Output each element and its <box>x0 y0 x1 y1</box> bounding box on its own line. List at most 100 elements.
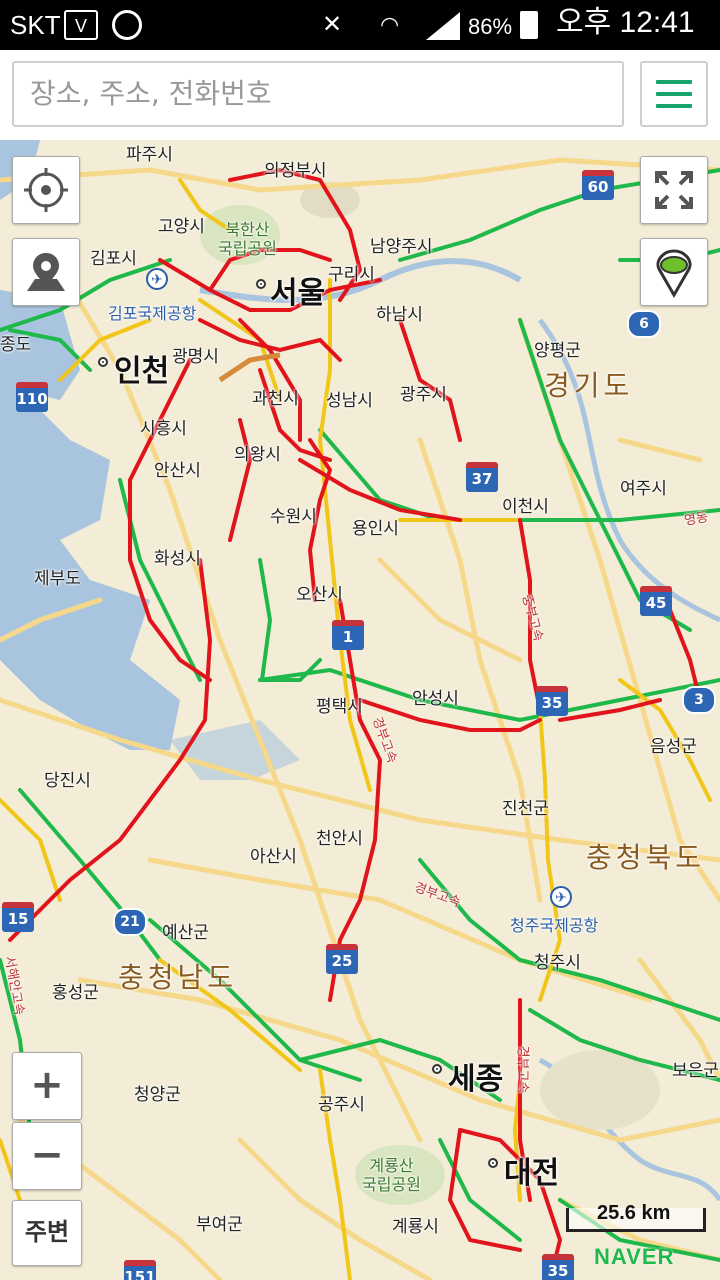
place-label[interactable]: 용인시 <box>352 514 399 539</box>
wifi-icon: ◠ <box>380 12 400 37</box>
place-label[interactable]: 남양주시 <box>370 232 433 257</box>
place-label[interactable]: 진천군 <box>502 794 549 819</box>
route-shield: 45 <box>640 586 672 616</box>
menu-button[interactable] <box>640 61 708 127</box>
place-map-button[interactable] <box>12 238 80 306</box>
place-label[interactable]: 여주시 <box>620 474 667 499</box>
airplane-icon: ✈ <box>550 886 572 908</box>
place-label[interactable]: 화성시 <box>154 544 201 569</box>
scale-bar: 25.6 km <box>566 1202 706 1232</box>
city-label-seoul[interactable]: 서울 <box>270 268 325 312</box>
traffic-pin-icon <box>656 249 692 299</box>
route-shield: 151 <box>124 1260 156 1280</box>
route-shield: 37 <box>466 462 498 492</box>
city-marker <box>432 1064 442 1074</box>
current-location-button[interactable] <box>12 156 80 224</box>
city-label-daejeon[interactable]: 대전 <box>504 1148 559 1192</box>
route-shield: 35 <box>536 686 568 716</box>
place-label[interactable]: 하남시 <box>376 300 423 325</box>
nearby-button[interactable]: 주변 <box>12 1200 82 1266</box>
place-label[interactable]: 보은군 <box>672 1056 719 1081</box>
place-label[interactable]: 김포시 <box>90 244 137 269</box>
route-shield: 35 <box>542 1254 574 1280</box>
zoom-out-button[interactable]: − <box>12 1122 82 1190</box>
expressway-label: 경부고속 <box>514 1045 530 1094</box>
city-marker <box>98 357 108 367</box>
route-shield: 15 <box>2 902 34 932</box>
crosshair-icon <box>24 168 68 212</box>
place-label[interactable]: 양평군 <box>534 336 581 361</box>
battery-percent: 86% <box>468 14 513 39</box>
place-label[interactable]: 안성시 <box>412 684 459 709</box>
place-label[interactable]: 성남시 <box>326 386 373 411</box>
route-shield: 110 <box>16 382 48 412</box>
menu-icon <box>656 80 692 84</box>
airport-label[interactable]: 김포국제공항 <box>108 300 196 324</box>
place-label[interactable]: 홍성군 <box>52 978 99 1003</box>
airport-label[interactable]: 청주국제공항 <box>510 912 598 936</box>
province-label: 충청남도 <box>118 961 238 994</box>
carrier-label: SKT <box>10 10 61 40</box>
place-label[interactable]: 계룡시 <box>392 1212 439 1237</box>
route-shield: 25 <box>326 944 358 974</box>
tmap-icon <box>112 10 142 40</box>
airplane-icon: ✈ <box>146 268 168 290</box>
place-label[interactable]: 종도 <box>0 330 31 355</box>
place-label[interactable]: 이천시 <box>502 492 549 517</box>
naver-logo: NAVER <box>594 1244 675 1269</box>
place-label[interactable]: 청주시 <box>534 948 581 973</box>
menu-icon-bar <box>656 92 692 96</box>
route-shield: 1 <box>332 620 364 650</box>
expand-icon <box>655 171 693 209</box>
province-label: 경기도 <box>544 369 634 402</box>
city-marker <box>488 1158 498 1168</box>
route-shield: 3 <box>682 686 716 714</box>
place-label[interactable]: 제부도 <box>34 564 81 589</box>
route-shield: 6 <box>627 310 661 338</box>
place-label[interactable]: 평택시 <box>316 692 363 717</box>
place-label[interactable]: 음성군 <box>650 732 697 757</box>
search-input[interactable]: 장소, 주소, 전화번호 <box>12 61 624 127</box>
status-bar: SKT V ✕ ◠ 86% 오후 12:41 <box>0 0 720 50</box>
place-label[interactable]: 당진시 <box>44 766 91 791</box>
place-label[interactable]: 아산시 <box>250 842 297 867</box>
fullscreen-button[interactable] <box>640 156 708 224</box>
place-label[interactable]: 오산시 <box>296 580 343 605</box>
place-label[interactable]: 안산시 <box>154 456 201 481</box>
place-label[interactable]: 파주시 <box>126 140 173 165</box>
place-label[interactable]: 고양시 <box>158 212 205 237</box>
map-pin-icon <box>27 253 65 291</box>
lte-icon: V <box>64 10 98 40</box>
place-label[interactable]: 의정부시 <box>264 156 327 181</box>
search-bar: 장소, 주소, 전화번호 <box>0 50 720 141</box>
map-view[interactable]: 60 6 110 37 1 45 35 3 15 21 25 151 35 파주… <box>0 140 720 1280</box>
park-label[interactable]: 계룡산 국립공원 <box>362 1156 421 1194</box>
park-label[interactable]: 북한산 국립공원 <box>218 220 277 258</box>
battery-icon <box>520 11 538 39</box>
place-label[interactable]: 광명시 <box>172 342 219 367</box>
place-label[interactable]: 청양군 <box>134 1080 181 1105</box>
signal-icon <box>426 12 460 40</box>
route-shield: 60 <box>582 170 614 200</box>
scale-label: 25.6 km <box>597 1202 671 1224</box>
zoom-in-button[interactable]: + <box>12 1052 82 1120</box>
place-label[interactable]: 예산군 <box>162 918 209 943</box>
traffic-layer-button[interactable] <box>640 238 708 306</box>
place-label[interactable]: 수원시 <box>270 502 317 527</box>
place-label[interactable]: 광주시 <box>400 380 447 405</box>
place-label[interactable]: 의왕시 <box>234 440 281 465</box>
route-shield: 21 <box>113 908 147 936</box>
city-label-incheon[interactable]: 인천 <box>114 346 169 390</box>
place-label[interactable]: 시흥시 <box>140 414 187 439</box>
place-label[interactable]: 공주시 <box>318 1090 365 1115</box>
mute-icon: ✕ <box>322 11 343 38</box>
place-label[interactable]: 천안시 <box>316 824 363 849</box>
place-label[interactable]: 과천시 <box>252 384 299 409</box>
place-label[interactable]: 부여군 <box>196 1210 243 1235</box>
province-label: 충청북도 <box>586 841 706 874</box>
city-label-sejong[interactable]: 세종 <box>448 1054 503 1098</box>
city-marker <box>256 279 266 289</box>
clock: 오후 12:41 <box>556 6 695 39</box>
place-label[interactable]: 구리시 <box>328 260 375 285</box>
menu-icon-bar <box>656 104 692 108</box>
